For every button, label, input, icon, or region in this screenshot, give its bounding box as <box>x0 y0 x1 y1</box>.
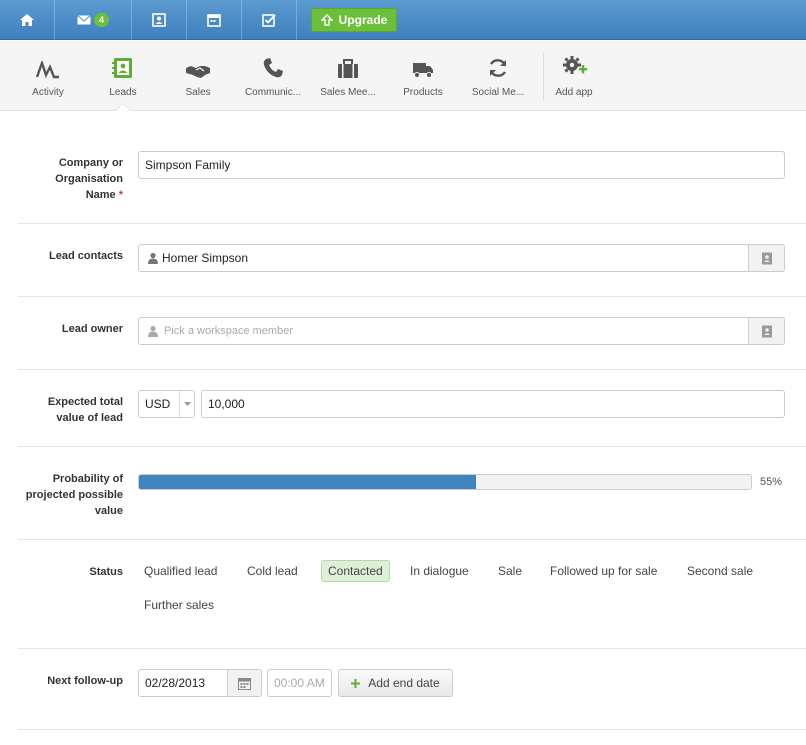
status-second-sale[interactable]: Second sale <box>681 561 759 581</box>
address-book-icon <box>761 252 772 264</box>
address-book-icon <box>761 325 772 337</box>
status-sale[interactable]: Sale <box>492 561 528 581</box>
app-products[interactable]: Products <box>385 41 461 111</box>
gear-plus-icon <box>563 56 587 74</box>
status-contacted[interactable]: Contacted <box>321 560 390 582</box>
status-in-dialogue[interactable]: In dialogue <box>404 561 475 581</box>
mail-badge: 4 <box>93 13 109 27</box>
lead-owner-label: Lead owner <box>61 323 123 335</box>
company-label: Company or Organisation Name * <box>55 157 123 201</box>
probability-label: Probability of projected possible value <box>25 473 123 517</box>
calendar-icon <box>238 677 251 690</box>
app-social-media-label: Social Me... <box>471 87 525 98</box>
app-sales-meetings-label: Sales Mee... <box>320 87 376 98</box>
leads-icon <box>112 58 132 78</box>
owner-picker-button[interactable] <box>748 318 784 344</box>
date-picker-button[interactable] <box>227 670 261 696</box>
plus-icon <box>351 678 361 688</box>
app-social-media[interactable]: Social Me... <box>460 41 536 111</box>
person-icon <box>148 252 158 264</box>
followup-date-input[interactable]: 02/28/2013 <box>138 669 262 697</box>
app-bar: Activity Leads Sales Communic... Sales M… <box>0 41 806 111</box>
status-cold-lead[interactable]: Cold lead <box>241 561 304 581</box>
app-sales-meetings[interactable]: Sales Mee... <box>310 41 386 111</box>
company-name-input[interactable]: Simpson Family <box>138 151 785 179</box>
top-bar: 4 Upgrade <box>0 0 806 40</box>
activity-icon <box>36 61 59 79</box>
probability-fill <box>139 475 476 489</box>
app-sales-label: Sales <box>185 87 211 98</box>
truck-icon <box>413 63 433 78</box>
lead-contacts-label: Lead contacts <box>49 250 123 262</box>
required-mark: * <box>118 189 123 201</box>
add-end-date-button[interactable]: Add end date <box>338 669 453 697</box>
contacts-picker-button[interactable] <box>748 245 784 271</box>
expected-value-label: Expected total value of lead <box>47 396 123 424</box>
status-followed-up-for-sale[interactable]: Followed up for sale <box>544 561 663 581</box>
chevron-down-icon <box>184 402 191 406</box>
status-qualified-lead[interactable]: Qualified lead <box>138 561 223 581</box>
phone-icon <box>263 58 283 78</box>
app-add-app[interactable]: Add app <box>536 41 612 111</box>
upgrade-button[interactable]: Upgrade <box>311 8 397 32</box>
status-label: Status <box>89 566 123 578</box>
probability-slider[interactable] <box>138 474 752 490</box>
briefcase-icon <box>338 59 358 78</box>
app-activity[interactable]: Activity <box>10 41 86 111</box>
upgrade-label: Upgrade <box>338 13 388 27</box>
app-sales[interactable]: Sales <box>160 41 236 111</box>
probability-percent: 55% <box>760 476 783 488</box>
currency-select[interactable]: USD <box>138 390 195 418</box>
calendar-button[interactable] <box>187 0 241 40</box>
lead-contacts-input[interactable]: Homer Simpson <box>138 244 785 272</box>
home-icon <box>20 14 34 26</box>
calendar-icon <box>207 14 221 27</box>
home-button[interactable] <box>0 0 54 40</box>
status-further-sales[interactable]: Further sales <box>138 595 220 615</box>
contacts-icon <box>152 13 166 27</box>
app-activity-label: Activity <box>32 87 64 98</box>
mail-icon <box>77 15 91 25</box>
lead-owner-input[interactable]: Pick a workspace member <box>138 317 785 345</box>
amount-input[interactable]: 10,000 <box>201 390 785 418</box>
checkbox-icon <box>262 14 276 27</box>
person-icon <box>148 325 158 337</box>
tasks-button[interactable] <box>242 0 296 40</box>
app-communications[interactable]: Communic... <box>235 41 311 111</box>
app-products-label: Products <box>403 87 443 98</box>
app-communications-label: Communic... <box>244 87 302 98</box>
upgrade-arrow-icon <box>320 14 333 26</box>
next-followup-label: Next follow-up <box>47 675 123 687</box>
refresh-icon <box>489 59 507 77</box>
app-add-app-label: Add app <box>555 87 593 98</box>
app-leads[interactable]: Leads <box>85 41 161 111</box>
handshake-icon <box>186 66 210 78</box>
app-leads-label: Leads <box>109 87 137 98</box>
mail-button[interactable]: 4 <box>55 0 131 40</box>
contacts-button[interactable] <box>132 0 186 40</box>
followup-time-input[interactable]: 00:00 AM <box>267 669 332 697</box>
